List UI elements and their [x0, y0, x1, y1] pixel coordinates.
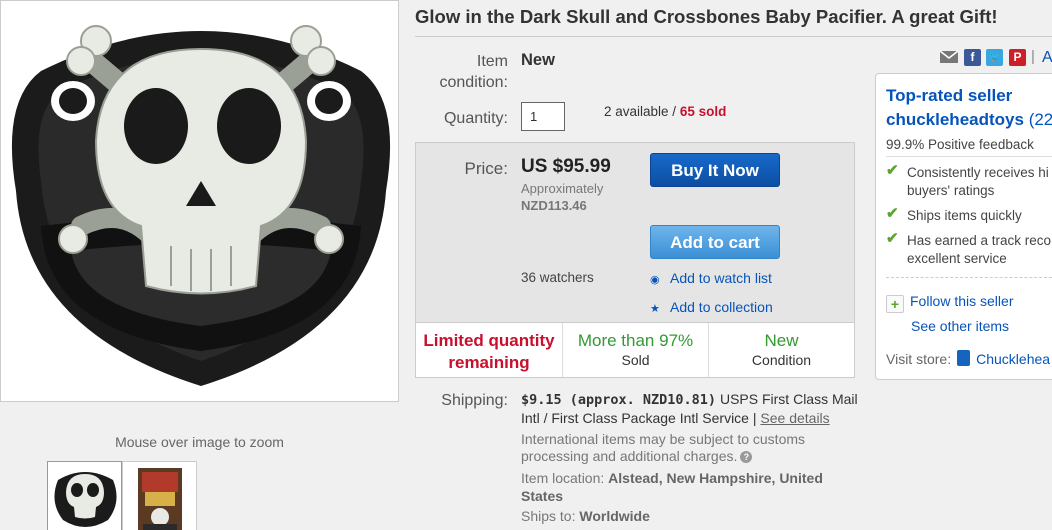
availability: 2 available / 65 sold — [604, 104, 726, 119]
item-location: Item location: Alstead, New Hampshire, U… — [521, 469, 841, 505]
item-title: Glow in the Dark Skull and Crossbones Ba… — [415, 6, 998, 27]
plus-icon: + — [886, 295, 904, 313]
add-watch-label: Add to watch list — [670, 270, 772, 286]
twitter-icon[interactable]: 🐦 — [986, 49, 1003, 66]
quantity-input[interactable]: 1 — [521, 102, 565, 131]
limited-quantity-stat: Limited quantity remaining — [416, 323, 563, 377]
positive-feedback: 99.9% Positive feedback — [886, 137, 1034, 152]
eye-icon: ◉ — [650, 274, 660, 286]
add-to-cart-button[interactable]: Add to cart — [650, 225, 780, 259]
feature-2-text: Ships items quickly — [907, 208, 1022, 223]
condition-value: New — [521, 51, 555, 69]
title-divider — [415, 36, 1052, 37]
store-icon — [957, 350, 971, 366]
thumbnail-1[interactable] — [47, 461, 122, 530]
ships-to-label: Ships to: — [521, 508, 580, 524]
store-link[interactable]: Chucklehea — [976, 351, 1050, 367]
ships-to-value: Worldwide — [579, 508, 650, 524]
visit-store: Visit store: Chucklehea — [886, 350, 1050, 367]
follow-seller-link[interactable]: + Follow this seller — [886, 293, 1013, 313]
see-other-items-link[interactable]: See other items — [911, 318, 1009, 334]
see-details-link[interactable]: See details — [760, 410, 829, 426]
thumbnail-2[interactable] — [122, 461, 197, 530]
international-note: International items may be subject to cu… — [521, 431, 831, 465]
sold-percent-value: More than 97% — [577, 331, 694, 350]
shipping-cost: $9.15 (approx. NZD10.81) — [521, 392, 717, 408]
condition-label: Item condition: — [439, 53, 509, 91]
share-more-link[interactable]: A — [1042, 49, 1052, 67]
price-value: US $95.99 — [521, 156, 611, 177]
limited-line-2: remaining — [448, 353, 530, 372]
watchers-count: 36 watchers — [521, 270, 594, 285]
seller-divider — [886, 156, 1052, 157]
price-label: Price: — [464, 159, 508, 178]
email-icon[interactable] — [940, 49, 958, 65]
seller-name[interactable]: chuckleheadtoys (22 — [886, 110, 1052, 130]
condition-stat-value: New — [764, 331, 799, 350]
seller-score[interactable]: (22 — [1029, 110, 1052, 129]
shipping-details: $9.15 (approx. NZD10.81) USPS First Clas… — [521, 390, 861, 427]
checkmark-icon: ✔ — [886, 230, 899, 247]
zoom-hint: Mouse over image to zoom — [115, 434, 284, 450]
add-collection-label: Add to collection — [670, 299, 773, 315]
main-product-image[interactable] — [0, 0, 399, 402]
shipping-label: Shipping: — [441, 392, 508, 409]
feature-3-line-2: excellent service — [907, 251, 1007, 266]
feature-3-line-1: Has earned a track reco — [907, 233, 1052, 248]
pinterest-icon[interactable]: P — [1009, 49, 1026, 66]
feature-1-line-1: Consistently receives hi — [907, 165, 1049, 180]
follow-label: Follow this seller — [910, 293, 1014, 309]
limited-line-1: Limited quantity — [423, 331, 555, 350]
quantity-label: Quantity: — [443, 110, 508, 127]
seller-name-text: chuckleheadtoys — [886, 110, 1024, 129]
checkmark-icon: ✔ — [886, 205, 899, 222]
share-separator: | — [1031, 48, 1035, 65]
intl-note-text: International items may be subject to cu… — [521, 431, 806, 464]
add-to-collection-link[interactable]: ★ Add to collection — [650, 299, 773, 315]
facebook-icon[interactable]: f — [964, 49, 981, 66]
sold-percent-stat: More than 97% Sold — [563, 323, 709, 377]
approx-label: Approximately — [521, 181, 604, 196]
feature-1-line-2: buyers' ratings — [907, 183, 995, 198]
condition-stat: New Condition — [709, 323, 854, 377]
star-icon: ★ — [650, 303, 660, 315]
help-icon[interactable]: ? — [740, 451, 753, 463]
available-count: 2 available / — [604, 104, 677, 119]
buy-it-now-button[interactable]: Buy It Now — [650, 153, 780, 187]
visit-store-label: Visit store: — [886, 351, 952, 367]
add-to-watch-list-link[interactable]: ◉ Add to watch list — [650, 270, 772, 286]
checkmark-icon: ✔ — [886, 162, 899, 179]
sold-percent-caption: Sold — [621, 352, 650, 368]
approx-value: NZD113.46 — [521, 198, 587, 213]
seller-divider-dashed — [886, 277, 1052, 278]
location-label: Item location: — [521, 470, 609, 486]
stats-strip: Limited quantity remaining More than 97%… — [416, 322, 854, 377]
sold-count-link[interactable]: 65 sold — [680, 104, 727, 119]
top-rated-seller-link[interactable]: Top-rated seller — [886, 86, 1012, 106]
ships-to: Ships to: Worldwide — [521, 508, 650, 524]
condition-stat-caption: Condition — [751, 352, 812, 368]
